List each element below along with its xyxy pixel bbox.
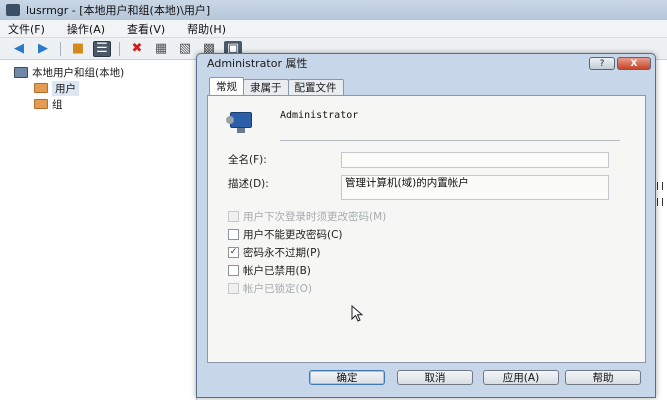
checkbox-label: 帐户已禁用(B) (243, 265, 311, 277)
arrow-left-icon[interactable]: ◀ (10, 41, 28, 57)
checkbox-box[interactable] (228, 229, 239, 240)
tree-item-label: 用户 (52, 80, 79, 96)
folder-icon (34, 99, 48, 109)
app-icon (6, 4, 20, 16)
scroll-mark-icon (657, 198, 663, 206)
description-field[interactable]: 管理计算机(域)的内置帐户 (341, 175, 609, 200)
help-button[interactable]: 帮助 (565, 370, 641, 385)
folder-icon (34, 83, 48, 93)
menu-bar: 文件(F) 操作(A) 查看(V) 帮助(H) (0, 20, 667, 38)
checkbox-must-change-password[interactable]: 用户下次登录时须更改密码(M) (228, 209, 386, 224)
menu-action[interactable]: 操作(A) (67, 21, 105, 37)
tree-item-label: 本地用户和组(本地) (32, 66, 125, 79)
list-view-icon[interactable]: ☰ (93, 40, 111, 57)
checkbox-box[interactable] (228, 265, 239, 276)
checkbox-box-checked[interactable]: ✓ (228, 247, 239, 258)
scroll-mark-icon (657, 182, 663, 190)
dialog-tabs: 常规 隶属于 配置文件 (209, 77, 344, 95)
cancel-button[interactable]: 取消 (397, 370, 473, 385)
tab-member-of[interactable]: 隶属于 (243, 79, 289, 95)
mouse-cursor-icon (351, 305, 364, 322)
computer-icon (14, 66, 28, 78)
toolbar-separator (119, 41, 120, 56)
menu-view[interactable]: 查看(V) (127, 21, 165, 37)
dialog-title-bar: Administrator 属性 (197, 54, 655, 72)
dialog-help-button[interactable]: ? (589, 57, 615, 70)
up-folder-icon[interactable]: ■ (69, 41, 87, 57)
menu-file[interactable]: 文件(F) (8, 21, 45, 37)
tab-page-general: Administrator 全名(F): 描述(D): 管理计算机(域)的内置帐… (207, 95, 646, 363)
fullname-label: 全名(F): (228, 154, 267, 166)
tab-profile[interactable]: 配置文件 (287, 79, 344, 95)
dialog-title-buttons: ? X (589, 57, 651, 70)
apply-button[interactable]: 应用(A) (483, 370, 559, 385)
tree-item-root[interactable]: 本地用户和组(本地) (0, 64, 196, 80)
checkbox-label: 用户下次登录时须更改密码(M) (243, 211, 387, 223)
export-icon[interactable]: ▧ (176, 41, 194, 57)
console-tree: 本地用户和组(本地) 用户 组 (0, 60, 197, 400)
fullname-field[interactable] (341, 152, 609, 168)
properties-icon[interactable]: ▦ (152, 41, 170, 57)
checkbox-label: 密码永不过期(P) (243, 247, 321, 259)
window-title-bar: lusrmgr - [本地用户和组(本地)\用户] (0, 0, 667, 20)
arrow-right-icon[interactable]: ▶ (34, 41, 52, 57)
dialog-close-button[interactable]: X (617, 57, 651, 70)
checkbox-account-disabled[interactable]: 帐户已禁用(B) (228, 263, 311, 278)
tree-item-users[interactable]: 用户 (0, 80, 196, 96)
user-computer-icon (226, 110, 256, 134)
delete-icon[interactable]: ✖ (128, 41, 146, 57)
ok-button[interactable]: 确定 (309, 370, 385, 385)
tab-general[interactable]: 常规 (209, 77, 244, 95)
dialog-title: Administrator 属性 (207, 57, 308, 70)
checkbox-label: 帐户已锁定(O) (243, 283, 312, 295)
checkbox-account-locked[interactable]: 帐户已锁定(O) (228, 281, 312, 296)
checkbox-label: 用户不能更改密码(C) (243, 229, 343, 241)
user-name: Administrator (280, 110, 359, 121)
checkbox-box[interactable] (228, 283, 239, 294)
tree-item-groups[interactable]: 组 (0, 96, 196, 112)
checkbox-password-never-expires[interactable]: ✓ 密码永不过期(P) (228, 245, 321, 260)
menu-help[interactable]: 帮助(H) (187, 21, 226, 37)
description-label: 描述(D): (228, 178, 269, 190)
window-title: lusrmgr - [本地用户和组(本地)\用户] (26, 4, 211, 17)
checkbox-cannot-change-password[interactable]: 用户不能更改密码(C) (228, 227, 343, 242)
divider (280, 140, 620, 141)
properties-dialog: Administrator 属性 ? X 常规 隶属于 配置文件 Adminis… (196, 53, 656, 398)
checkbox-box[interactable] (228, 211, 239, 222)
toolbar-separator (60, 41, 61, 56)
tree-item-label: 组 (52, 98, 63, 111)
